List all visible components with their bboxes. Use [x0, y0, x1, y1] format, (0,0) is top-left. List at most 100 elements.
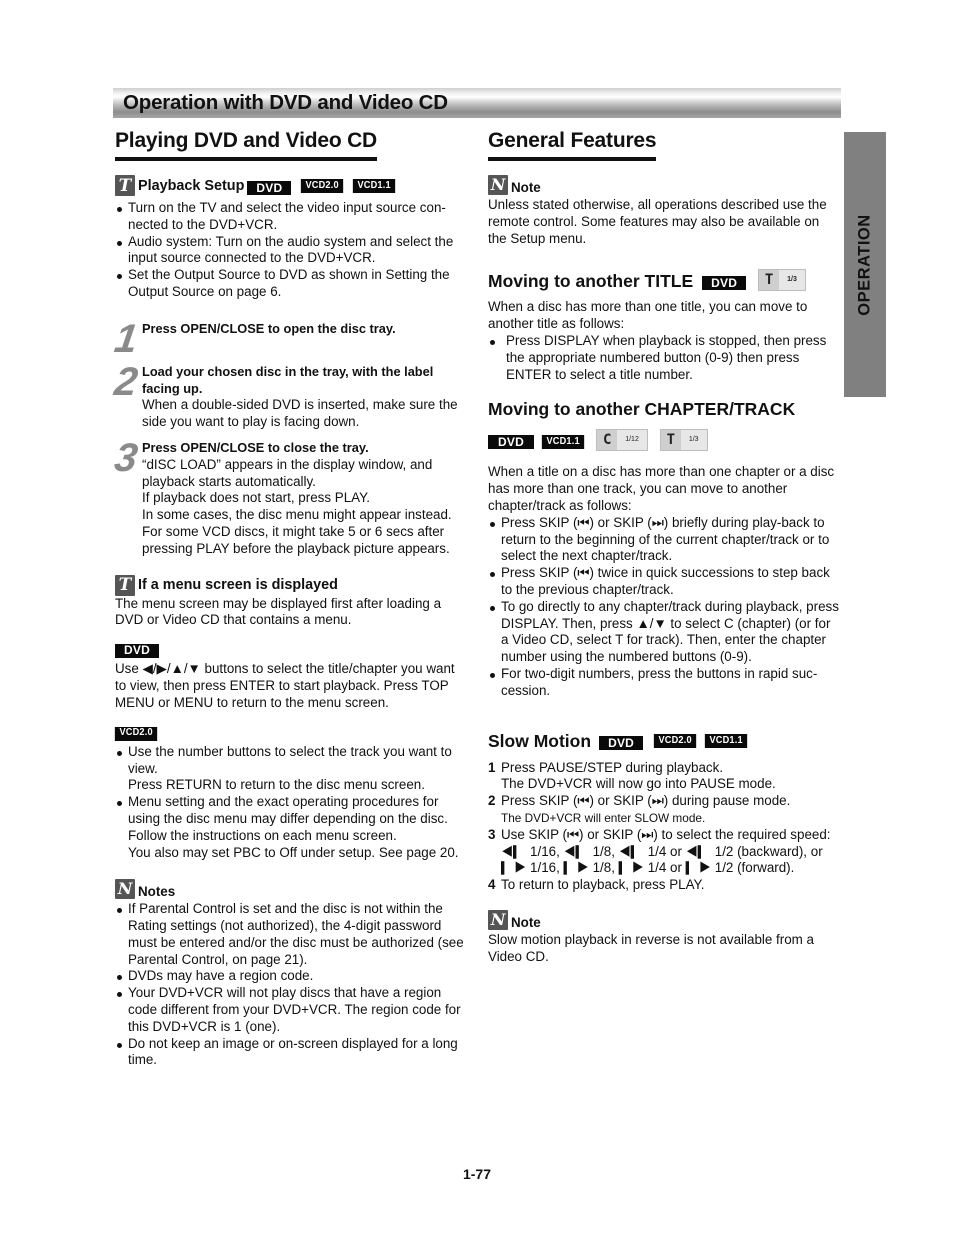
playback-setup: T Playback Setup DVD VCD2.0 VCD1.1 Turn … [115, 175, 467, 301]
chapter-list: Press SKIP (⏮) or SKIP (⏭) briefly durin… [488, 515, 840, 700]
step-extra: The DVD+VCR will enter SLOW mode. [501, 810, 706, 825]
badge-vcd11: VCD1.1 [352, 179, 395, 193]
list-item: Press DISPLAY when playback is stopped, … [488, 333, 840, 383]
badge-dvd: DVD [488, 435, 534, 450]
banner-title: Operation with DVD and Video CD [123, 91, 448, 114]
heading-text: Slow Motion [488, 730, 592, 751]
playback-setup-list: Turn on the TV and select the video inpu… [115, 200, 467, 301]
title-intro: When a disc has more than one title, you… [488, 299, 808, 332]
notes-section: N Notes If Parental Control is set and t… [115, 877, 467, 1069]
right-column: General Features N Note Unless stated ot… [488, 128, 840, 966]
dvd-menu-text: Use ◀/▶/▲/▼ buttons to select the title/… [115, 660, 455, 710]
menu-screen-heading: T If a menu screen is displayed [115, 574, 467, 596]
vcd-menu-list: Use the number buttons to select the tra… [115, 744, 467, 862]
step-text: Press PAUSE/STEP during playback. [501, 759, 724, 775]
note-icon: N [488, 909, 508, 930]
badge-dvd: DVD [115, 643, 159, 658]
step-extra: The DVD+VCR will now go into PAUSE mode. [501, 776, 776, 792]
title-icon: T [759, 270, 780, 291]
badge-vcd20: VCD2.0 [653, 734, 697, 749]
step-detail: In some cases, the disc menu might appea… [142, 507, 452, 523]
bullet-text: Menu setting and the exact operating pro… [128, 794, 448, 843]
step-3: 3 Press OPEN/CLOSE to close the tray. “d… [111, 435, 467, 558]
list-item: Press SKIP (⏮) twice in quick succession… [488, 565, 840, 599]
list-item: 3 Use SKIP (⏮) or SKIP (⏭) to select the… [488, 827, 840, 877]
chapter-intro: When a title on a disc has more than one… [488, 464, 835, 513]
slow-motion-steps: 1 Press PAUSE/STEP during playback. The … [488, 760, 840, 894]
chapter-badges: DVD VCD1.1 C 1/12 T 1/3 [488, 429, 840, 452]
list-item: 2 Press SKIP (⏮) or SKIP (⏭) during paus… [488, 793, 840, 827]
list-item: Set the Output Source to DVD as shown in… [115, 267, 467, 301]
step-instruction: Press OPEN/CLOSE to open the disc tray. [142, 320, 396, 336]
step-text: Use SKIP (⏮) or SKIP (⏭) to select the r… [501, 826, 831, 876]
step-instruction: Load your chosen disc in the tray, with … [142, 363, 434, 396]
step-detail: “dISC LOAD” appears in the display windo… [142, 456, 433, 489]
bullet-extra: Press RETURN to return to the disc menu … [128, 777, 425, 793]
track-display-indicator: T 1/3 [659, 429, 708, 452]
list-item: To go directly to any chapter/track duri… [488, 599, 840, 666]
bullet-extra: You also may set PBC to Off under setup.… [128, 844, 459, 860]
list-item: Press SKIP (⏮) or SKIP (⏭) briefly durin… [488, 515, 840, 565]
step-number: 3 [111, 435, 141, 480]
steps: 1 Press OPEN/CLOSE to open the disc tray… [111, 317, 467, 558]
badge-dvd: DVD [599, 735, 644, 750]
step-number: 2 [111, 359, 141, 404]
menu-screen-section: T If a menu screen is displayed The menu… [114, 574, 467, 862]
step-number: 1 [111, 316, 141, 361]
heading-text: Playback Setup [138, 177, 245, 194]
badge-vcd11: VCD1.1 [541, 435, 585, 450]
tip-icon: T [115, 175, 135, 196]
note-text: Slow motion playback in reverse is not a… [488, 931, 814, 964]
title-section: Moving to another TITLE DVD T 1/3 When a… [488, 269, 840, 383]
badge-vcd20: VCD2.0 [301, 179, 344, 193]
note-heading: N Note [488, 173, 840, 197]
list-item: Audio system: Turn on the audio system a… [115, 234, 467, 268]
step-number: 3 [488, 826, 496, 842]
step-detail: When a double-sided DVD is inserted, mak… [142, 397, 458, 430]
step-number: 4 [488, 877, 496, 893]
note-text: Unless stated otherwise, all operations … [488, 197, 827, 246]
heading-text: Moving to another TITLE [488, 271, 694, 292]
note-icon: N [488, 175, 508, 195]
chapter-display-indicator: C 1/12 [596, 429, 648, 452]
list-item: DVDs may have a region code. [115, 968, 467, 985]
menu-screen-intro: The menu screen may be displayed first a… [115, 595, 442, 628]
list-item: Menu setting and the exact operating pro… [115, 794, 467, 861]
chapter-icon: C [597, 430, 618, 451]
step-detail: If playback does not start, press PLAY. [142, 490, 371, 506]
left-section-title: Playing DVD and Video CD [115, 128, 377, 161]
badge-vcd11: VCD1.1 [705, 734, 748, 749]
heading-text: Moving to another CHAPTER/TRACK [488, 399, 796, 420]
list-item: 1 Press PAUSE/STEP during playback. The … [488, 760, 840, 794]
left-column: Playing DVD and Video CD T Playback Setu… [111, 128, 467, 1069]
list-item: 4 To return to playback, press PLAY. [488, 877, 840, 894]
list-item: Your DVD+VCR will not play discs that ha… [115, 985, 467, 1035]
title-list: Press DISPLAY when playback is stopped, … [488, 333, 840, 383]
title-section-heading: Moving to another TITLE DVD T 1/3 [488, 269, 840, 292]
side-tab-operation: OPERATION [844, 132, 886, 397]
list-item: Turn on the TV and select the video inpu… [115, 200, 467, 234]
heading-text: If a menu screen is displayed [138, 577, 338, 594]
chapter-section-heading: Moving to another CHAPTER/TRACK [488, 398, 840, 420]
list-item: If Parental Control is set and the disc … [115, 901, 467, 968]
display-value: 1/3 [688, 435, 699, 443]
step-number: 2 [488, 793, 496, 809]
slow-motion-heading: Slow Motion DVD VCD2.0 VCD1.1 [488, 730, 840, 752]
step-1: 1 Press OPEN/CLOSE to open the disc tray… [112, 317, 467, 361]
bullet-text: Use the number buttons to select the tra… [128, 743, 452, 776]
title-display-indicator: T 1/3 [758, 269, 806, 292]
note-slow-motion: N Note Slow motion playback in reverse i… [488, 908, 840, 966]
chapter-section: Moving to another CHAPTER/TRACK DVD VCD1… [488, 398, 840, 699]
notes-list: If Parental Control is set and the disc … [115, 901, 467, 1069]
step-number: 1 [488, 759, 496, 775]
note-icon: N [115, 879, 135, 900]
step-detail: For some VCD discs, it might take 5 or 6… [142, 523, 450, 556]
list-item: For two-digit numbers, press the buttons… [488, 666, 840, 700]
step-text: To return to playback, press PLAY. [501, 877, 705, 893]
playback-setup-heading: T Playback Setup DVD VCD2.0 VCD1.1 [115, 175, 467, 196]
right-section-title: General Features [488, 128, 657, 161]
page-number: 1-77 [462, 1166, 492, 1182]
notes-heading: N Notes [115, 877, 467, 901]
badge-vcd20: VCD2.0 [114, 726, 158, 741]
side-tab-label: OPERATION [855, 213, 874, 316]
